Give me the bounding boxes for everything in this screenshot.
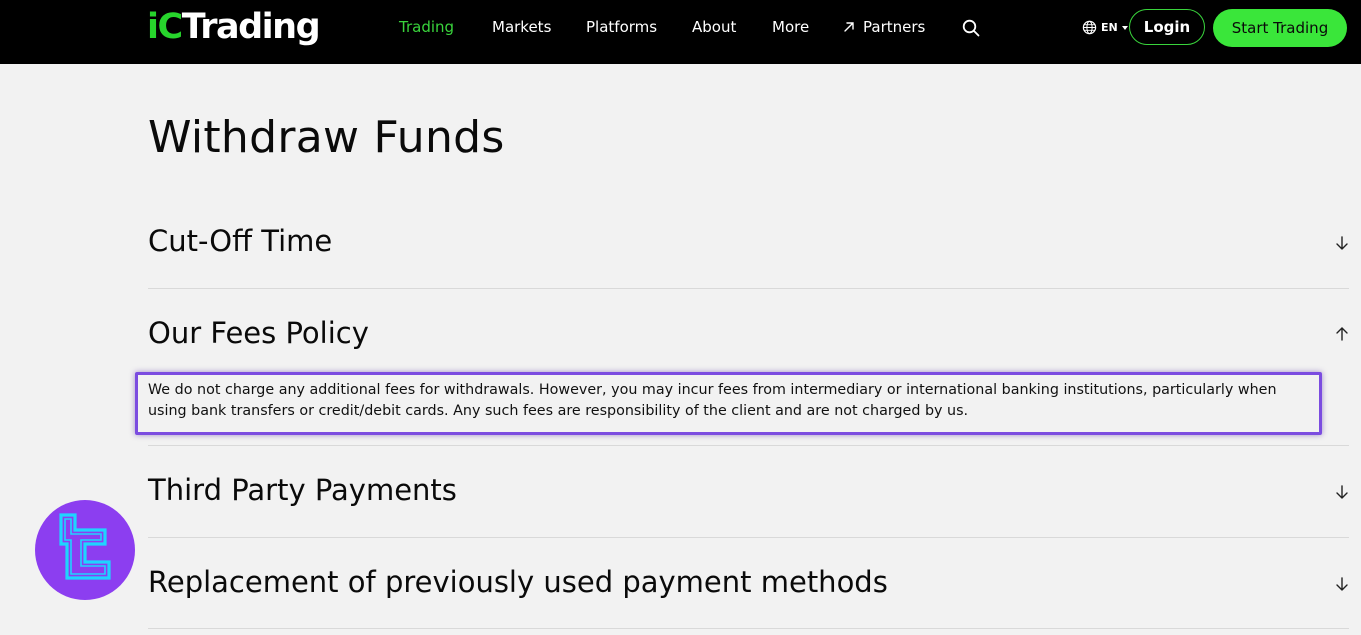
- arrow-down-icon[interactable]: [1335, 236, 1349, 250]
- accordion-replacement-payment-methods[interactable]: Replacement of previously used payment m…: [148, 565, 888, 599]
- divider: [148, 445, 1349, 446]
- chevron-down-icon: [1121, 25, 1128, 30]
- top-navigation-bar: iC Trading Trading Markets Platforms Abou…: [0, 0, 1361, 64]
- nav-more[interactable]: More: [772, 18, 809, 36]
- divider: [148, 288, 1349, 289]
- divider: [148, 537, 1349, 538]
- arrow-up-icon[interactable]: [1335, 327, 1349, 341]
- arrow-down-icon[interactable]: [1335, 485, 1349, 499]
- logo-trading: Trading: [181, 7, 321, 47]
- start-trading-button[interactable]: Start Trading: [1213, 9, 1347, 47]
- tradingfinder-badge-logo: [35, 500, 135, 600]
- accordion-our-fees-policy[interactable]: Our Fees Policy: [148, 316, 369, 350]
- language-label: EN: [1101, 21, 1118, 34]
- highlight-annotation-box: [135, 372, 1322, 435]
- nav-platforms[interactable]: Platforms: [586, 18, 657, 36]
- nav-partners[interactable]: Partners: [843, 18, 925, 36]
- login-button[interactable]: Login: [1129, 9, 1205, 45]
- arrow-up-right-icon: [844, 22, 854, 32]
- globe-icon: [1082, 20, 1097, 35]
- divider: [148, 628, 1349, 629]
- accordion-third-party-payments[interactable]: Third Party Payments: [148, 473, 457, 507]
- nav-markets[interactable]: Markets: [492, 18, 551, 36]
- page-title: Withdraw Funds: [148, 112, 505, 163]
- language-selector[interactable]: EN: [1082, 20, 1128, 35]
- accordion-cut-off-time[interactable]: Cut-Off Time: [148, 224, 332, 258]
- logo-ic: iC: [147, 7, 183, 47]
- badge-logo-icon: [59, 513, 111, 580]
- search-icon[interactable]: [962, 19, 980, 37]
- nav-about[interactable]: About: [692, 18, 736, 36]
- arrow-down-icon[interactable]: [1335, 577, 1349, 591]
- nav-trading[interactable]: Trading: [399, 18, 454, 36]
- ictrading-logo[interactable]: iC Trading: [147, 4, 321, 50]
- nav-partners-label: Partners: [863, 18, 926, 36]
